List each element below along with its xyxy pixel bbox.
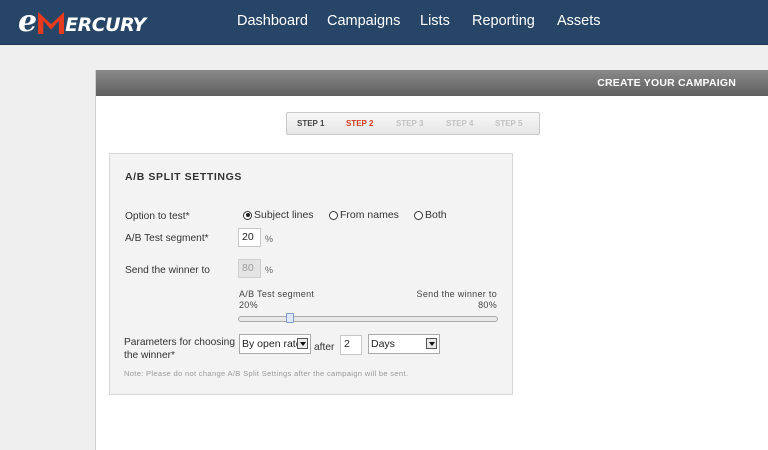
radio-checked-icon[interactable] [243, 210, 252, 220]
winner-input: 80 [238, 259, 261, 278]
radio-from-names[interactable]: From names [329, 209, 399, 221]
radio-subject-lines-label: Subject lines [254, 209, 314, 221]
radio-unchecked-icon[interactable] [329, 210, 338, 220]
nav-assets[interactable]: Assets [557, 13, 601, 29]
winner-criterion-value: By open rate [242, 338, 302, 350]
nav-reporting[interactable]: Reporting [472, 13, 535, 29]
logo-wordmark: ERCURY [65, 14, 146, 36]
dropdown-arrow-icon[interactable] [426, 338, 437, 349]
top-navigation-bar: e ERCURY Dashboard Campaigns Lists Repor… [0, 0, 768, 45]
logo-letter-e: e [18, 4, 38, 39]
campaign-panel: CREATE YOUR CAMPAIGN STEP 1 STEP 2 STEP … [95, 70, 768, 450]
panel-title: CREATE YOUR CAMPAIGN [597, 77, 736, 89]
radio-both[interactable]: Both [414, 209, 447, 221]
radio-from-names-label: From names [340, 209, 399, 221]
winner-label: Send the winner to [125, 265, 210, 276]
ab-settings-note: Note: Please do not change A/B Split Set… [124, 369, 409, 378]
radio-both-label: Both [425, 209, 447, 221]
step-3: STEP 3 [396, 119, 424, 128]
ab-segment-label: A/B Test segment* [125, 233, 209, 244]
radio-unchecked-icon[interactable] [414, 210, 423, 220]
step-2[interactable]: STEP 2 [346, 119, 373, 128]
params-label-line2: the winner* [124, 350, 175, 361]
segment-slider-track[interactable] [238, 316, 498, 322]
after-value-input[interactable]: 2 [340, 335, 362, 355]
nav-dashboard[interactable]: Dashboard [237, 13, 308, 29]
emercury-logo[interactable]: e ERCURY [18, 4, 146, 39]
ab-segment-input[interactable]: 20 [238, 228, 261, 247]
step-progress: STEP 1 STEP 2 STEP 3 STEP 4 STEP 5 [286, 112, 540, 135]
logo-m-icon [38, 12, 65, 34]
params-label-line1: Parameters for choosing [124, 337, 235, 348]
segment-slider-handle[interactable] [285, 313, 294, 323]
nav-campaigns[interactable]: Campaigns [327, 13, 400, 29]
slider-left-value: 20% [239, 300, 258, 310]
period-value: Days [371, 338, 395, 350]
winner-unit: % [265, 265, 274, 275]
step-1[interactable]: STEP 1 [297, 119, 324, 128]
period-select[interactable]: Days [368, 334, 440, 354]
after-label: after [314, 342, 335, 353]
option-to-test-label: Option to test* [125, 211, 190, 222]
step-4: STEP 4 [446, 119, 474, 128]
slider-left-caption: A/B Test segment [239, 289, 315, 299]
panel-header: CREATE YOUR CAMPAIGN [96, 70, 768, 96]
slider-right-caption: Send the winner to [416, 289, 497, 299]
slider-right-value: 80% [478, 300, 497, 310]
ab-segment-unit: % [265, 234, 274, 244]
nav-lists[interactable]: Lists [420, 13, 450, 29]
ab-settings-title: A/B SPLIT SETTINGS [125, 171, 242, 183]
radio-subject-lines[interactable]: Subject lines [243, 209, 314, 221]
dropdown-arrow-icon[interactable] [297, 338, 308, 349]
step-5: STEP 5 [495, 119, 523, 128]
winner-criterion-select[interactable]: By open rate [239, 334, 311, 354]
